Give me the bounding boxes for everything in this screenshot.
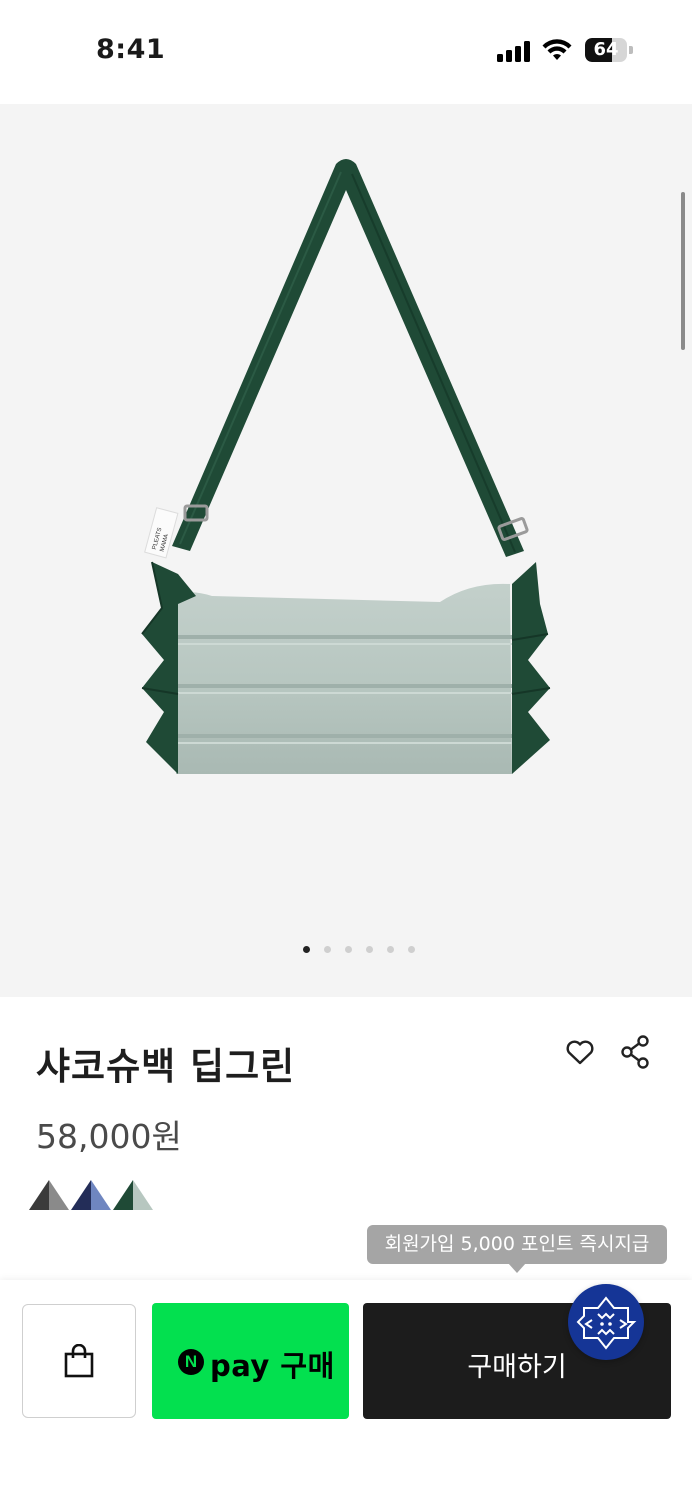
carousel-dot[interactable]: [366, 946, 373, 953]
status-bar: 8:41 64: [0, 0, 692, 104]
bag-product-image: PLEATS MAMA: [141, 159, 551, 774]
signal-icon: [497, 40, 533, 62]
battery-level: 64: [593, 39, 619, 60]
cart-button[interactable]: [22, 1304, 136, 1418]
battery-tip: [629, 46, 633, 54]
tooltip-arrow: [508, 1263, 526, 1273]
signup-points-tooltip: 회원가입 5,000 포인트 즉시지급: [367, 1225, 667, 1264]
carousel-dot[interactable]: [345, 946, 352, 953]
carousel-dot[interactable]: [324, 946, 331, 953]
wifi-icon: [542, 39, 572, 60]
shopping-bag-icon: [64, 1344, 94, 1378]
chat-face-icon: [576, 1296, 637, 1350]
heart-icon[interactable]: [564, 1036, 596, 1068]
share-icon[interactable]: [620, 1034, 652, 1070]
chat-button[interactable]: [568, 1284, 644, 1360]
battery-icon: 64: [585, 38, 627, 62]
scrollbar-thumb[interactable]: [681, 192, 685, 350]
npay-logo-icon: N: [178, 1349, 204, 1375]
color-swatch-deep-green[interactable]: [113, 1176, 153, 1212]
carousel-dots: [0, 944, 692, 956]
product-title: 샤코슈백 딥그린: [36, 1045, 296, 1088]
status-time: 8:41: [96, 34, 166, 65]
npay-label: pay 구매: [210, 1349, 335, 1383]
carousel-dot[interactable]: [303, 946, 310, 953]
carousel-dot[interactable]: [387, 946, 394, 953]
carousel-dot[interactable]: [408, 946, 415, 953]
color-swatch-charcoal[interactable]: [29, 1176, 69, 1212]
product-price: 58,000원: [36, 1117, 182, 1156]
product-image-gallery[interactable]: PLEATS MAMA: [0, 104, 692, 997]
color-swatch-navy[interactable]: [71, 1176, 111, 1212]
npay-buy-button[interactable]: N pay 구매: [152, 1303, 349, 1419]
